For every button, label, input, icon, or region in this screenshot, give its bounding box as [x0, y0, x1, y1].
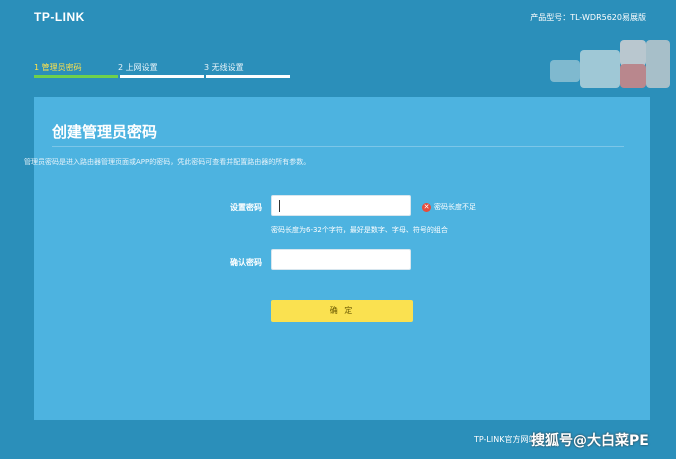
text-caret [279, 200, 280, 212]
password-label: 设置密码 [230, 203, 262, 212]
tp-link-logo: TP-LINK [34, 10, 85, 24]
setup-steps: 1 管理员密码 2 上网设置 3 无线设置 [34, 62, 290, 80]
password-card: 创建管理员密码 管理员密码是进入路由器管理页面或APP的密码，凭此密码可查看并配… [24, 97, 650, 420]
divider [52, 146, 624, 147]
confirm-button[interactable]: 确 定 [271, 300, 413, 322]
card-description: 管理员密码是进入路由器管理页面或APP的密码，凭此密码可查看并配置路由器的所有参… [24, 158, 311, 166]
confirm-password-input[interactable] [271, 249, 411, 270]
password-input[interactable] [271, 195, 411, 216]
watermark: 搜狐号@大白菜PE [531, 433, 649, 449]
step-admin-password[interactable]: 1 管理员密码 [34, 62, 82, 73]
card-title: 创建管理员密码 [52, 123, 158, 141]
blurred-region [550, 60, 580, 82]
blurred-region [620, 64, 646, 88]
blurred-region [580, 50, 620, 88]
step-progress-bar [34, 75, 118, 78]
step-wireless-setup[interactable]: 3 无线设置 [204, 62, 244, 73]
step-progress-bar [120, 75, 204, 78]
confirm-password-label: 确认密码 [230, 258, 262, 267]
product-model: 产品型号：TL-WDR5620易展版 [530, 13, 646, 22]
blurred-region [646, 40, 670, 88]
blurred-region [620, 40, 646, 66]
official-site-link[interactable]: TP-LINK官方网站 [474, 434, 536, 445]
step-progress-bar [206, 75, 290, 78]
password-hint: 密码长度为6-32个字符，最好是数字、字母、符号的组合 [271, 226, 448, 234]
step-internet-setup[interactable]: 2 上网设置 [118, 62, 158, 73]
password-error: ✕ 密码长度不足 [422, 202, 476, 212]
error-text: 密码长度不足 [434, 203, 476, 211]
error-icon: ✕ [422, 202, 431, 212]
top-bar: TP-LINK 产品型号：TL-WDR5620易展版 [0, 0, 676, 40]
